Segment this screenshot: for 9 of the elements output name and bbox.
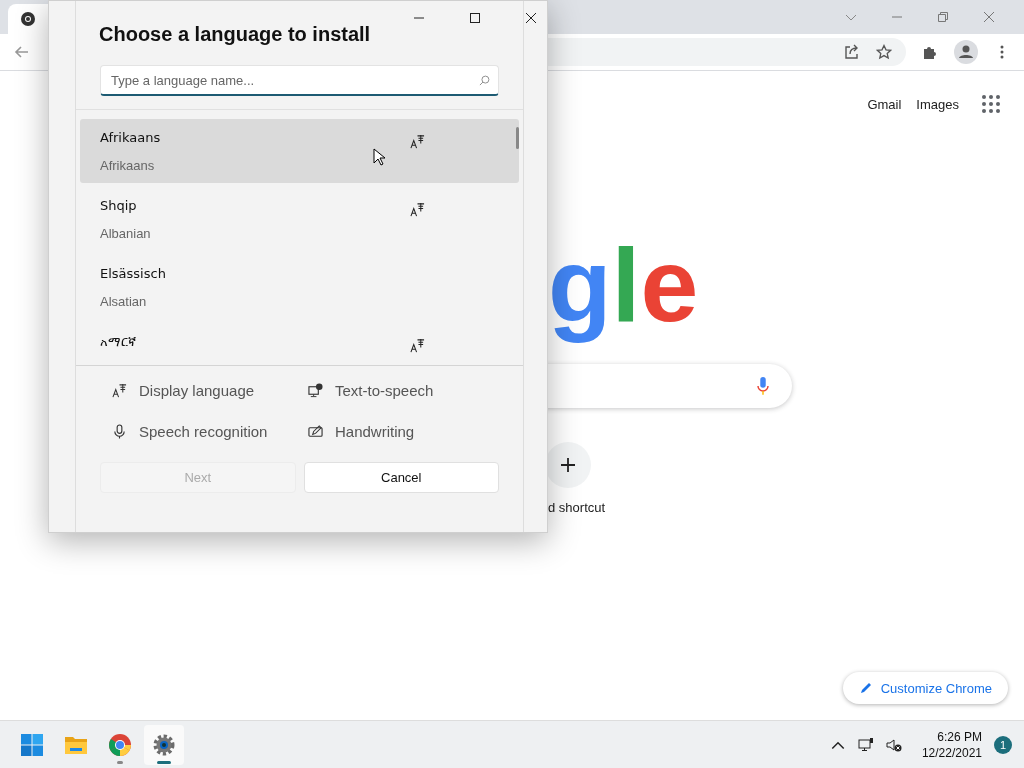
feature-item: Speech recognition — [112, 423, 308, 440]
logo-letter: l — [611, 226, 641, 345]
feature-item: Handwriting — [308, 423, 508, 440]
feature-item: Text-to-speech — [308, 382, 508, 399]
feature-item: Display language — [112, 382, 308, 399]
logo-letter: e — [640, 226, 699, 345]
shortcut-label: d shortcut — [548, 499, 606, 515]
dialog-title: Choose a language to install — [99, 23, 372, 46]
logo-letter: g — [548, 226, 612, 345]
